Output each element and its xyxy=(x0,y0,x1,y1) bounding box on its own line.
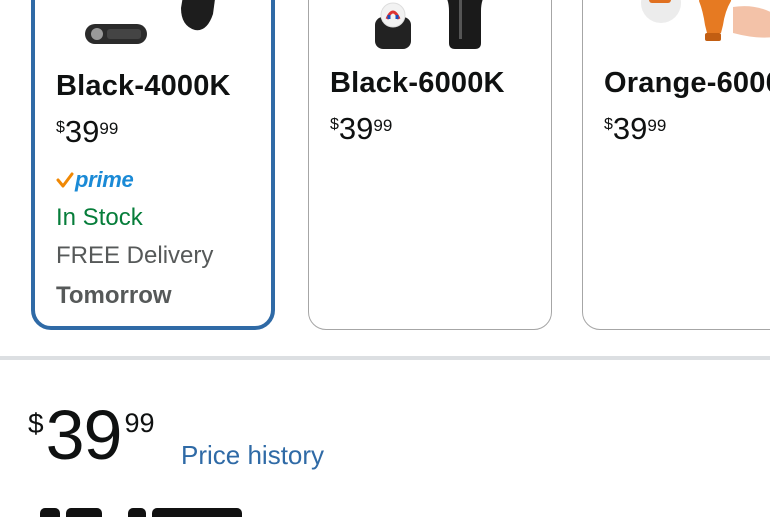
price-history-link[interactable]: Price history xyxy=(181,440,324,471)
variant-name: Orange-6000K xyxy=(604,67,770,99)
prime-label: prime xyxy=(75,167,134,192)
stock-status: In Stock xyxy=(56,204,143,231)
prime-check-icon xyxy=(56,172,74,188)
variant-card-black-4000k[interactable]: Black-4000K $ 39 99 prime In Stock FREE … xyxy=(31,0,275,330)
main-price: $ 39 99 xyxy=(28,396,155,474)
product-thumbnail xyxy=(583,0,770,69)
delivery-text: FREE Delivery xyxy=(56,242,214,269)
variant-name: Black-4000K xyxy=(56,70,231,102)
price-currency-symbol: $ xyxy=(28,408,44,439)
variant-name: Black-6000K xyxy=(330,67,505,99)
product-thumbnail xyxy=(309,0,551,69)
cut-off-content xyxy=(40,505,300,517)
delivery-day: Tomorrow xyxy=(56,282,172,309)
section-divider xyxy=(0,356,770,360)
price-whole: 39 xyxy=(45,396,123,474)
variant-card-black-6000k[interactable]: Black-6000K $ 39 99 xyxy=(308,0,552,330)
prime-badge: prime xyxy=(56,167,134,193)
product-thumbnail xyxy=(35,0,271,72)
variant-card-orange-6000k[interactable]: Orange-6000K $ 39 99 xyxy=(582,0,770,330)
variant-price: $ 39 99 xyxy=(56,114,119,149)
variant-selector: Black-4000K $ 39 99 prime In Stock FREE … xyxy=(0,0,770,350)
variant-price: $ 39 99 xyxy=(330,111,393,146)
variant-price: $ 39 99 xyxy=(604,111,667,146)
price-fraction: 99 xyxy=(124,408,155,438)
